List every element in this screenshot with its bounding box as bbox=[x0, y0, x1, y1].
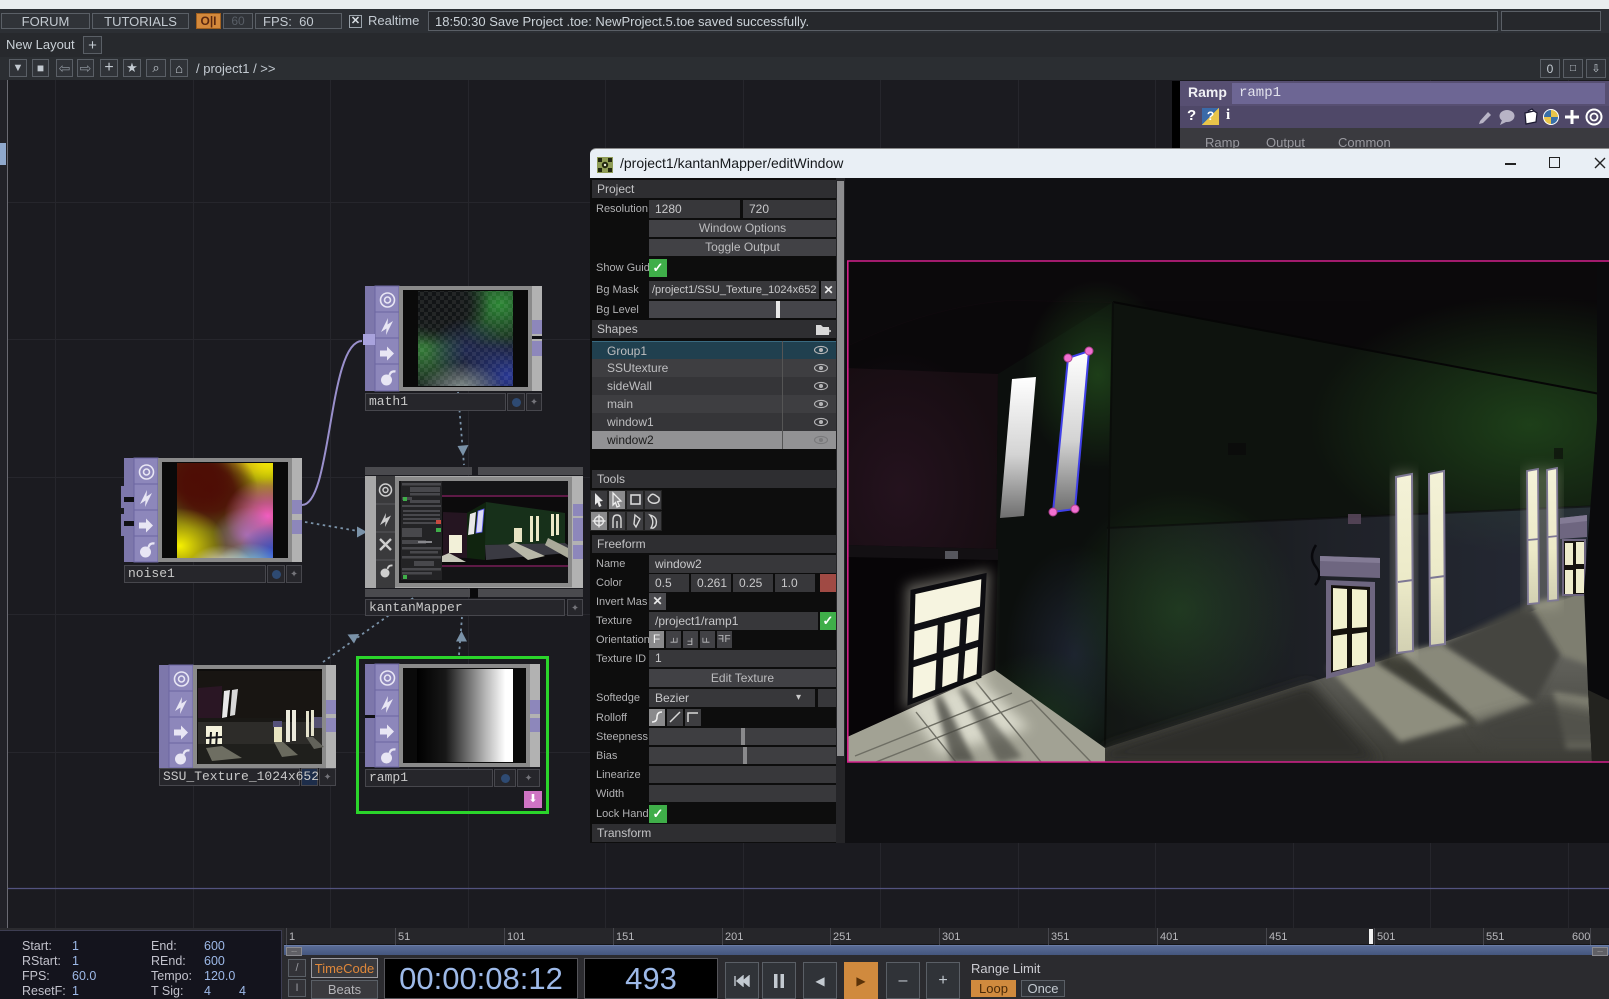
svg-text:151: 151 bbox=[616, 931, 634, 943]
svg-text:501: 501 bbox=[1377, 931, 1395, 943]
svg-text:301: 301 bbox=[942, 931, 960, 943]
svg-text:451: 451 bbox=[1269, 931, 1287, 943]
svg-text:201: 201 bbox=[725, 931, 743, 943]
svg-text:401: 401 bbox=[1160, 931, 1178, 943]
svg-text:101: 101 bbox=[507, 931, 525, 943]
svg-text:351: 351 bbox=[1051, 931, 1069, 943]
svg-text:600: 600 bbox=[1572, 931, 1590, 943]
svg-text:1: 1 bbox=[289, 931, 295, 943]
svg-text:251: 251 bbox=[833, 931, 851, 943]
svg-text:551: 551 bbox=[1486, 931, 1504, 943]
svg-text:51: 51 bbox=[398, 931, 410, 943]
